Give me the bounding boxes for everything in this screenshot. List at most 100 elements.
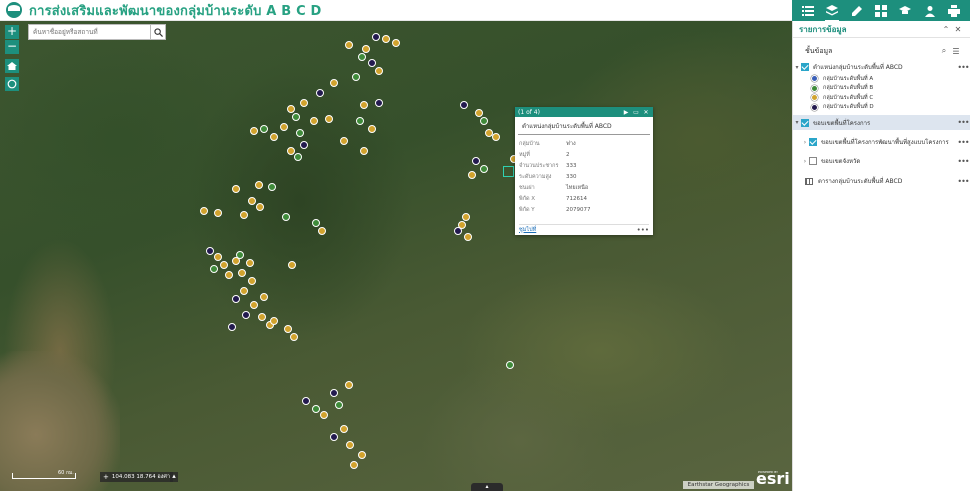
village-marker-icon[interactable] — [368, 59, 376, 67]
maximize-icon[interactable]: ▭ — [632, 108, 640, 116]
village-marker-icon[interactable] — [200, 207, 208, 215]
village-marker-icon[interactable] — [280, 123, 288, 131]
bottom-collapse-tab[interactable]: ▴ — [471, 483, 503, 491]
village-marker-icon[interactable] — [492, 133, 500, 141]
village-marker-icon[interactable] — [472, 157, 480, 165]
layer-options-button[interactable]: ••• — [956, 63, 970, 72]
zoom-out-button[interactable]: − — [5, 40, 19, 54]
village-marker-icon[interactable] — [335, 401, 343, 409]
village-marker-icon[interactable] — [468, 171, 476, 179]
village-marker-icon[interactable] — [330, 433, 338, 441]
village-marker-icon[interactable] — [240, 211, 248, 219]
village-marker-icon[interactable] — [214, 253, 222, 261]
village-marker-icon[interactable] — [228, 323, 236, 331]
village-marker-icon[interactable] — [358, 53, 366, 61]
list-icon[interactable] — [800, 3, 816, 19]
coordinate-add-button[interactable]: + — [103, 473, 109, 481]
layer-row-table[interactable]: ตารางกลุ่มบ้านระดับพื้นที่ ABCD ••• — [793, 174, 970, 188]
village-marker-icon[interactable] — [260, 125, 268, 133]
village-marker-icon[interactable] — [358, 451, 366, 459]
layer-options-button[interactable]: ••• — [956, 118, 970, 127]
village-marker-icon[interactable] — [232, 295, 240, 303]
village-marker-icon[interactable] — [318, 227, 326, 235]
village-marker-icon[interactable] — [310, 117, 318, 125]
village-marker-icon[interactable] — [256, 203, 264, 211]
layer-options-button[interactable]: ••• — [956, 177, 970, 186]
village-marker-icon[interactable] — [214, 209, 222, 217]
village-marker-icon[interactable] — [210, 265, 218, 273]
layer-row-project-area[interactable]: ▾ ขอบเขตพื้นที่โครงการ ••• — [793, 115, 970, 130]
village-marker-icon[interactable] — [290, 333, 298, 341]
village-marker-icon[interactable] — [248, 277, 256, 285]
chevron-right-icon[interactable]: › — [801, 158, 809, 165]
layer-checkbox[interactable] — [809, 157, 817, 165]
village-marker-icon[interactable] — [375, 99, 383, 107]
village-marker-icon[interactable] — [330, 79, 338, 87]
village-marker-icon[interactable] — [312, 219, 320, 227]
village-marker-icon[interactable] — [356, 117, 364, 125]
search-icon[interactable]: ⌕ — [938, 46, 950, 56]
village-marker-icon[interactable] — [325, 115, 333, 123]
village-marker-icon[interactable] — [206, 247, 214, 255]
layers-icon[interactable] — [824, 3, 840, 22]
popup-more-button[interactable]: ••• — [637, 226, 649, 233]
coordinate-menu-button[interactable]: ▴ — [170, 472, 178, 482]
zoom-in-button[interactable]: + — [5, 25, 19, 39]
village-marker-icon[interactable] — [246, 259, 254, 267]
village-marker-icon[interactable] — [480, 165, 488, 173]
search-button[interactable] — [150, 25, 165, 39]
village-marker-icon[interactable] — [506, 361, 514, 369]
layer-checkbox[interactable] — [801, 118, 809, 127]
village-marker-icon[interactable] — [270, 317, 278, 325]
village-marker-icon[interactable] — [392, 39, 400, 47]
village-marker-icon[interactable] — [284, 325, 292, 333]
search-input[interactable] — [29, 25, 150, 39]
locate-button[interactable] — [5, 77, 19, 91]
village-marker-icon[interactable] — [375, 67, 383, 75]
village-marker-icon[interactable] — [345, 381, 353, 389]
layer-options-button[interactable]: ••• — [956, 157, 970, 166]
village-marker-icon[interactable] — [288, 261, 296, 269]
village-marker-icon[interactable] — [352, 73, 360, 81]
village-marker-icon[interactable] — [300, 141, 308, 149]
village-marker-icon[interactable] — [382, 35, 390, 43]
graduation-icon[interactable] — [897, 3, 913, 19]
village-marker-icon[interactable] — [236, 251, 244, 259]
village-marker-icon[interactable] — [340, 425, 348, 433]
village-marker-icon[interactable] — [292, 113, 300, 121]
village-marker-icon[interactable] — [294, 153, 302, 161]
village-marker-icon[interactable] — [462, 213, 470, 221]
village-marker-icon[interactable] — [312, 405, 320, 413]
village-marker-icon[interactable] — [282, 213, 290, 221]
village-marker-icon[interactable] — [340, 137, 348, 145]
village-marker-icon[interactable] — [300, 99, 308, 107]
chevron-down-icon[interactable]: ▾ — [793, 64, 801, 71]
village-marker-icon[interactable] — [345, 41, 353, 49]
village-marker-icon[interactable] — [480, 117, 488, 125]
chevron-right-icon[interactable]: › — [801, 139, 809, 146]
village-marker-icon[interactable] — [248, 197, 256, 205]
layer-row-villages[interactable]: ▾ ตำแหน่งกลุ่มบ้านระดับพื้นที่ ABCD ••• — [793, 60, 970, 74]
layer-checkbox[interactable] — [801, 63, 809, 71]
village-marker-icon[interactable] — [220, 261, 228, 269]
village-marker-icon[interactable] — [475, 109, 483, 117]
village-marker-icon[interactable] — [296, 129, 304, 137]
village-marker-icon[interactable] — [250, 301, 258, 309]
print-icon[interactable] — [946, 3, 962, 19]
next-icon[interactable]: ▶ — [622, 108, 630, 116]
zoom-to-link[interactable]: ซูมไปที่ — [519, 226, 536, 234]
edit-icon[interactable] — [849, 3, 865, 19]
village-marker-icon[interactable] — [255, 181, 263, 189]
village-marker-icon[interactable] — [360, 147, 368, 155]
home-button[interactable] — [5, 59, 19, 73]
layer-row-highland-project[interactable]: › ขอบเขตพื้นที่โครงการพัฒนาพื้นที่สูงแบบ… — [793, 135, 970, 149]
village-marker-icon[interactable] — [346, 441, 354, 449]
collapse-up-icon[interactable]: ⌃ — [940, 25, 952, 34]
village-marker-icon[interactable] — [464, 233, 472, 241]
village-marker-icon[interactable] — [242, 311, 250, 319]
village-marker-icon[interactable] — [287, 105, 295, 113]
village-marker-icon[interactable] — [454, 227, 462, 235]
layer-row-province[interactable]: › ขอบเขตจังหวัด ••• — [793, 154, 970, 168]
village-marker-icon[interactable] — [268, 183, 276, 191]
map-view[interactable]: + − (1 of 4) ▶ ▭ ✕ ตำแหน่งกลุ่มบ้านระดับ… — [0, 21, 792, 491]
